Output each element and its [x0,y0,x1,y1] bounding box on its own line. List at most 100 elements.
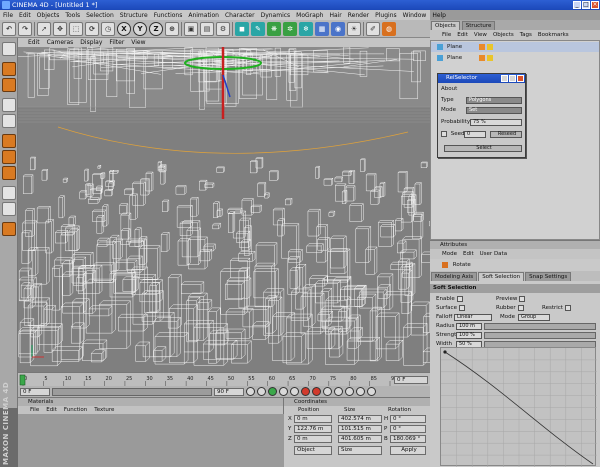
tab-snap-settings[interactable]: Snap Settings [525,272,572,281]
points-mode-icon[interactable] [2,134,16,148]
parameter-key-button[interactable] [367,387,376,396]
tweak-mode-icon[interactable] [2,186,16,200]
maximize-button[interactable] [509,75,516,82]
end-frame-field[interactable]: 90 F [214,387,244,396]
z-axis-lock-button[interactable]: Z [149,21,163,36]
material-menu-edit[interactable]: Edit [46,406,57,414]
timeline-ruler[interactable]: 051015202530354045505560657075808590 [18,373,430,387]
falloff-curve-graph[interactable] [440,347,597,467]
material-menu-texture[interactable]: Texture [94,406,114,414]
strength-field[interactable]: 100 % [456,332,482,339]
render-view-icon[interactable]: ▣ [184,21,198,36]
attributes-menu-user-data[interactable]: User Data [480,251,507,257]
cube-primitive-icon[interactable]: ◼ [235,21,249,36]
scene-icon[interactable]: ▦ [315,21,329,36]
preview-checkbox[interactable] [519,295,526,302]
y-axis-lock-button[interactable]: Y [133,21,147,36]
viewport-menu-display[interactable]: Display [80,39,102,46]
objects-menu-edit[interactable]: Edit [457,32,468,38]
menu-edit[interactable]: Edit [19,12,31,19]
close-button[interactable] [517,75,524,82]
rotation-b-field[interactable]: 180.069 ° [390,435,426,443]
size-z-field[interactable]: 401.605 m [338,435,382,443]
material-list-area[interactable] [18,414,284,467]
menu-structure[interactable]: Structure [120,12,148,19]
seed-checkbox[interactable] [441,130,447,137]
move-tool-icon[interactable]: ✥ [53,21,67,36]
menu-dynamics[interactable]: Dynamics [261,12,291,19]
workplane-icon[interactable] [2,222,16,236]
strength-slider[interactable] [484,332,596,339]
x-axis-lock-button[interactable]: X [117,21,131,36]
select-button[interactable]: Select [444,145,522,152]
light-icon[interactable]: ☀ [347,21,361,36]
menu-mograph[interactable]: MoGraph [296,12,323,19]
viewport-menu-view[interactable]: View [131,39,145,46]
deformer-icon[interactable]: ❄ [299,21,313,36]
falloff-select[interactable]: Linear [454,314,492,321]
array-icon[interactable]: ✲ [283,21,297,36]
surface-checkbox[interactable] [458,304,465,311]
spline-pen-icon[interactable]: ✎ [251,21,265,36]
position-y-field[interactable]: 122.76 m [294,425,332,433]
mode-select[interactable]: Group [518,314,550,321]
play-button[interactable] [268,387,277,396]
material-tag-icon[interactable] [487,55,493,61]
model-mode-icon[interactable] [2,62,16,76]
list-item[interactable]: Plane [431,53,599,63]
apply-button[interactable]: Apply [390,446,426,455]
goto-end-button[interactable] [290,387,299,396]
scale-key-button[interactable] [345,387,354,396]
phong-tag-icon[interactable] [479,55,485,61]
texture-mode-icon[interactable] [2,98,16,112]
close-button[interactable]: × [591,1,599,9]
current-frame-field[interactable]: 0 F [394,376,428,384]
rotation-p-field[interactable]: 0 ° [390,425,426,433]
menu-file[interactable]: File [3,12,13,19]
camera-icon[interactable]: ◉ [331,21,345,36]
attributes-menu-edit[interactable]: Edit [463,251,474,257]
edges-mode-icon[interactable] [2,150,16,164]
mode-select[interactable]: Set [466,107,522,114]
material-tag-icon[interactable] [487,44,493,50]
rotation-h-field[interactable]: 0 ° [390,415,426,423]
menu-tools[interactable]: Tools [65,12,80,19]
menu-objects[interactable]: Objects [37,12,60,19]
rubber-checkbox[interactable] [517,304,524,311]
polygons-mode-icon[interactable] [2,166,16,180]
menu-render[interactable]: Render [348,12,369,19]
scale-tool-icon[interactable]: ⬚ [69,21,83,36]
axis-mode-icon[interactable] [2,114,16,128]
tab-soft-selection[interactable]: Soft Selection [478,272,525,281]
rotate-tool-icon[interactable]: ⟳ [85,21,99,36]
minimize-button[interactable]: _ [573,1,581,9]
radius-slider[interactable] [484,323,596,330]
menu-selection[interactable]: Selection [86,12,114,19]
menu-animation[interactable]: Animation [188,12,219,19]
coordinate-system-icon[interactable]: ⊕ [165,21,179,36]
menu-window[interactable]: Window [403,12,427,19]
maximize-button[interactable]: □ [582,1,590,9]
coord-mode-select[interactable]: Object [294,446,332,455]
prev-frame-button[interactable] [257,387,266,396]
phong-tag-icon[interactable] [479,44,485,50]
viewport-menu-edit[interactable]: Edit [28,39,40,46]
make-editable-icon[interactable] [2,42,16,56]
menu-hair[interactable]: Hair [329,12,341,19]
objects-menu-tags[interactable]: Tags [520,32,532,38]
recent-tools-icon[interactable]: ◷ [101,21,115,36]
rotation-key-button[interactable] [356,387,365,396]
layout-switch-icon[interactable]: ◍ [382,21,396,36]
wireframe-scene[interactable] [18,47,430,372]
minimize-button[interactable] [501,75,508,82]
snap-icon[interactable] [2,202,16,216]
goto-start-button[interactable] [246,387,255,396]
about-row[interactable]: About [441,85,457,93]
menu-character[interactable]: Character [225,12,255,19]
attributes-menu-mode[interactable]: Mode [442,251,457,257]
undo-icon[interactable]: ↶ [2,21,16,36]
size-y-field[interactable]: 101.515 m [338,425,382,433]
nurbs-icon[interactable]: ❋ [267,21,281,36]
falloff-curve-svg[interactable] [441,348,597,467]
curve-start-point[interactable] [443,350,447,354]
